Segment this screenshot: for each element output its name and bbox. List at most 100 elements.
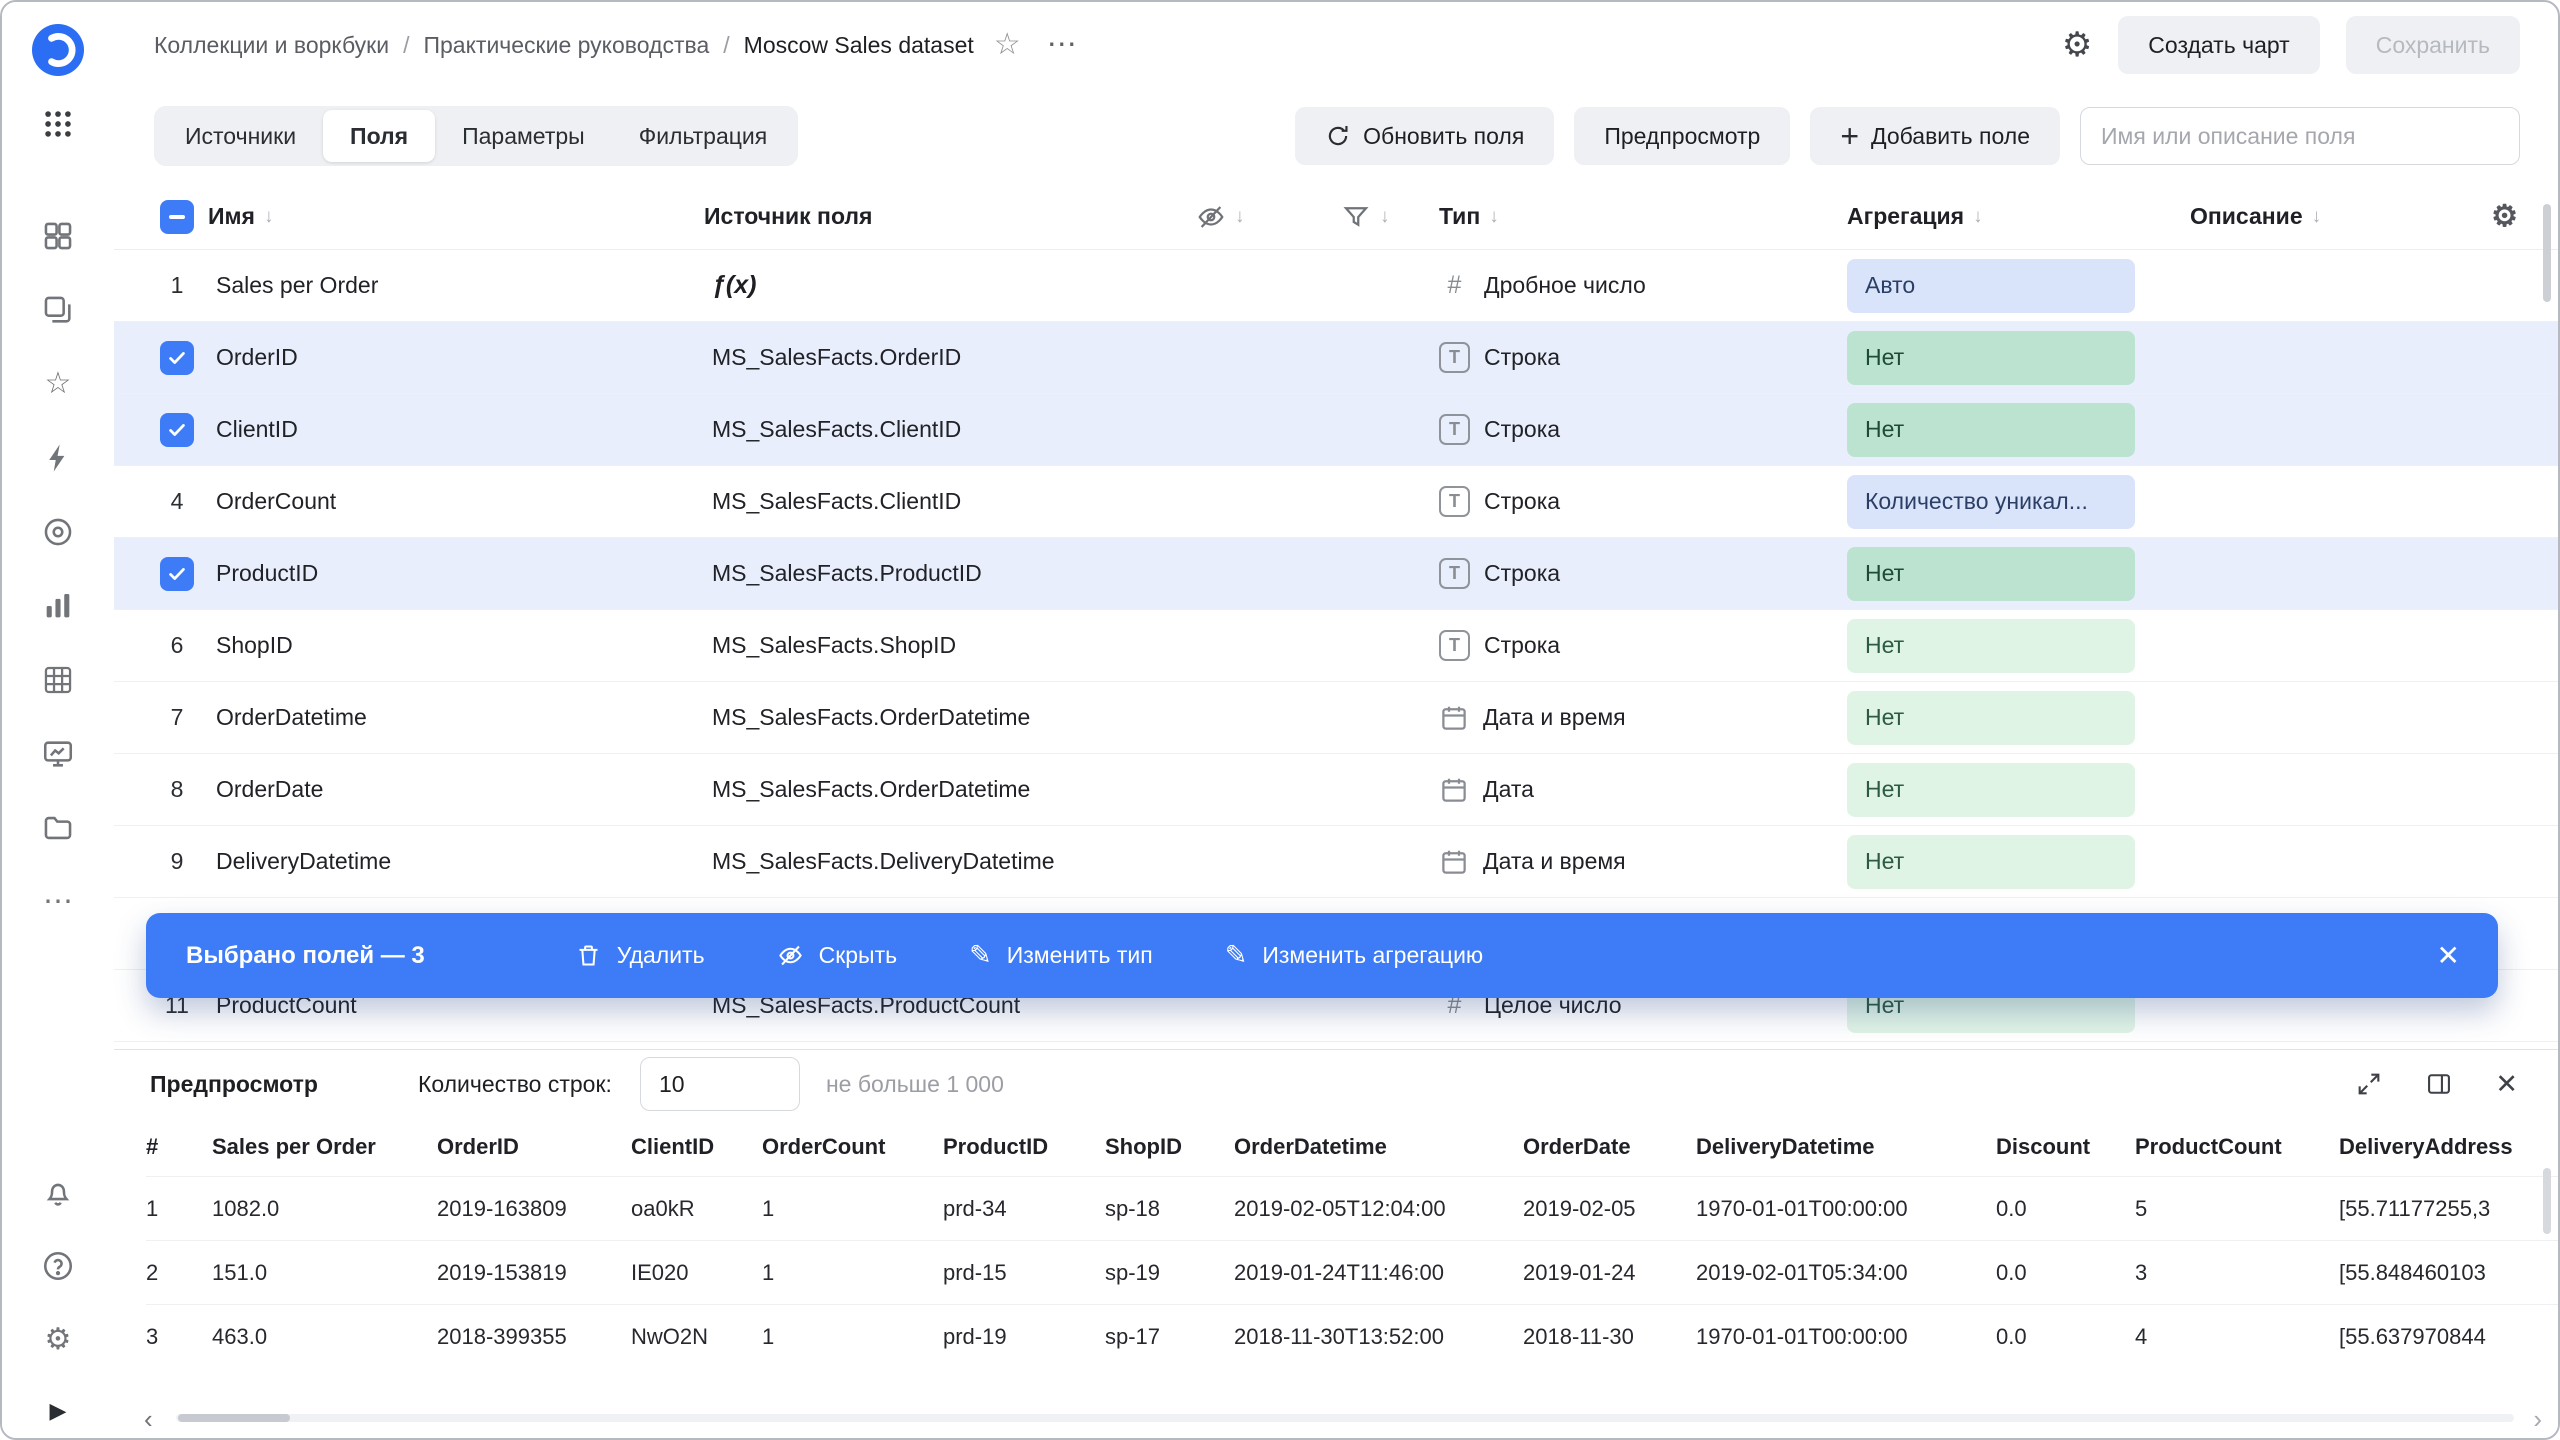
- field-type[interactable]: T Строка: [1439, 486, 1847, 517]
- copy-icon[interactable]: [35, 288, 81, 332]
- horizontal-scrollbar-thumb[interactable]: [178, 1414, 290, 1422]
- table-row[interactable]: ClientID MS_SalesFacts.ClientID T Строка Нет: [114, 394, 2558, 466]
- selection-action-2[interactable]: ✎ Изменить тип: [969, 942, 1153, 969]
- aggregation-badge[interactable]: Авто: [1847, 258, 2135, 313]
- dataset-settings-gear-icon[interactable]: ⚙: [2062, 28, 2092, 62]
- create-chart-button[interactable]: Создать чарт: [2118, 16, 2320, 74]
- panel-layout-icon[interactable]: [2425, 1070, 2453, 1098]
- lightning-icon[interactable]: [35, 436, 81, 480]
- hscroll-right-icon[interactable]: ›: [2533, 1406, 2542, 1432]
- tab-active-1[interactable]: Поля: [323, 110, 436, 162]
- table-row[interactable]: 4 OrderCount MS_SalesFacts.ClientID T Строка…: [114, 466, 2558, 538]
- field-type[interactable]: T Строка: [1439, 342, 1847, 373]
- aggregation-badge[interactable]: Нет: [1847, 330, 2135, 385]
- field-name[interactable]: OrderCount: [208, 488, 704, 515]
- hscroll-left-icon[interactable]: ‹: [144, 1406, 153, 1432]
- tiles-icon[interactable]: [35, 214, 81, 258]
- column-header-description[interactable]: Описание ↓: [2190, 203, 2462, 230]
- aggregation-badge[interactable]: Нет: [1847, 618, 2135, 673]
- disc-icon[interactable]: [35, 510, 81, 554]
- save-button[interactable]: Сохранить: [2345, 16, 2520, 74]
- field-name[interactable]: ProductID: [208, 560, 704, 587]
- row-checkbox-checked[interactable]: [160, 556, 194, 591]
- field-name[interactable]: ClientID: [208, 416, 704, 443]
- tab-3[interactable]: Фильтрация: [612, 110, 795, 162]
- add-field-button[interactable]: + Добавить поле: [1810, 107, 2060, 165]
- apps-grid-icon[interactable]: [35, 102, 81, 146]
- settings-gear-icon[interactable]: ⚙: [35, 1318, 81, 1362]
- help-icon[interactable]: [35, 1244, 81, 1288]
- row-count-input[interactable]: [639, 1057, 800, 1111]
- preview-vertical-scrollbar[interactable]: [2543, 1168, 2551, 1234]
- field-type[interactable]: T Строка: [1439, 414, 1847, 445]
- table-settings-gear-icon[interactable]: ⚙: [2491, 201, 2518, 232]
- breadcrumb-collections[interactable]: Коллекции и воркбуки: [154, 32, 389, 59]
- field-name[interactable]: OrderDatetime: [208, 704, 704, 731]
- sort-arrow-icon[interactable]: ↓: [264, 206, 274, 228]
- sort-arrow-icon[interactable]: ↓: [1973, 206, 1983, 228]
- datalens-logo[interactable]: [32, 24, 84, 76]
- aggregation-badge[interactable]: Нет: [1847, 402, 2135, 457]
- bar-chart-icon[interactable]: [35, 584, 81, 628]
- monitor-icon[interactable]: [35, 732, 81, 776]
- field-name[interactable]: DeliveryDatetime: [208, 848, 704, 875]
- preview-button[interactable]: Предпросмотр: [1574, 107, 1791, 165]
- aggregation-badge[interactable]: Нет: [1847, 546, 2135, 601]
- column-header-filter[interactable]: ↓: [1341, 202, 1439, 232]
- field-name[interactable]: OrderDate: [208, 776, 704, 803]
- column-header-type[interactable]: Тип ↓: [1439, 203, 1847, 230]
- aggregation-badge[interactable]: Количество уникал...: [1847, 474, 2135, 529]
- sort-arrow-icon[interactable]: ↓: [1235, 206, 1245, 228]
- table-row[interactable]: 7 OrderDatetime MS_SalesFacts.OrderDatetim…: [114, 682, 2558, 754]
- row-checkbox-checked[interactable]: [160, 412, 194, 447]
- tab-2[interactable]: Параметры: [435, 110, 612, 162]
- ellipsis-icon[interactable]: ⋯: [35, 880, 81, 924]
- table-row[interactable]: 6 ShopID MS_SalesFacts.ShopID T Строка Нет: [114, 610, 2558, 682]
- field-type[interactable]: # Дробное число: [1439, 271, 1847, 300]
- selection-close-icon[interactable]: ✕: [2437, 941, 2460, 970]
- aggregation-badge[interactable]: Нет: [1847, 834, 2135, 889]
- aggregation-badge[interactable]: Нет: [1847, 762, 2135, 817]
- field-type[interactable]: Дата и время: [1439, 703, 1847, 733]
- expand-icon[interactable]: [2355, 1070, 2383, 1098]
- main-vertical-scrollbar[interactable]: [2543, 204, 2551, 302]
- horizontal-scrollbar[interactable]: [176, 1414, 2514, 1422]
- breadcrumb-workbook[interactable]: Практические руководства: [423, 32, 709, 59]
- folder-icon[interactable]: [35, 806, 81, 850]
- table-row[interactable]: 1 Sales per Order ƒ(x) # Дробное число Авто: [114, 250, 2558, 322]
- selection-action-1[interactable]: Скрыть: [777, 942, 897, 969]
- row-checkbox-checked[interactable]: [160, 340, 194, 375]
- column-header-aggregation[interactable]: Агрегация ↓: [1847, 203, 2190, 230]
- column-header-hidden[interactable]: ↓: [1196, 202, 1341, 232]
- favorite-star-icon[interactable]: ☆: [994, 30, 1021, 60]
- refresh-fields-button[interactable]: Обновить поля: [1295, 107, 1555, 165]
- selection-action-0[interactable]: Удалить: [575, 942, 705, 969]
- select-all-checkbox[interactable]: [160, 199, 194, 234]
- star-icon[interactable]: ☆: [35, 362, 81, 406]
- column-header-name[interactable]: Имя ↓: [208, 203, 704, 230]
- selection-action-3[interactable]: ✎ Изменить агрегацию: [1225, 942, 1483, 969]
- aggregation-badge[interactable]: Нет: [1847, 690, 2135, 745]
- field-name[interactable]: Sales per Order: [208, 272, 704, 299]
- table-row[interactable]: 8 OrderDate MS_SalesFacts.OrderDatetime Дат…: [114, 754, 2558, 826]
- sort-arrow-icon[interactable]: ↓: [1380, 206, 1390, 228]
- field-type[interactable]: T Строка: [1439, 630, 1847, 661]
- field-name[interactable]: OrderID: [208, 344, 704, 371]
- sort-arrow-icon[interactable]: ↓: [2312, 206, 2322, 228]
- table-row[interactable]: ProductID MS_SalesFacts.ProductID T Строка Н…: [114, 538, 2558, 610]
- field-search-input[interactable]: [2080, 107, 2520, 165]
- field-type[interactable]: Дата: [1439, 775, 1847, 805]
- field-name[interactable]: ShopID: [208, 632, 704, 659]
- table-row[interactable]: 9 DeliveryDatetime MS_SalesFacts.DeliveryD…: [114, 826, 2558, 898]
- sort-arrow-icon[interactable]: ↓: [1489, 206, 1499, 228]
- preview-close-icon[interactable]: ✕: [2495, 1070, 2518, 1098]
- column-header-source[interactable]: Источник поля: [704, 203, 1196, 230]
- field-type[interactable]: T Строка: [1439, 558, 1847, 589]
- tab-0[interactable]: Источники: [158, 110, 323, 162]
- table-row[interactable]: OrderID MS_SalesFacts.OrderID T Строка Нет: [114, 322, 2558, 394]
- bell-icon[interactable]: [35, 1170, 81, 1214]
- sidebar-expand-icon[interactable]: ▶: [50, 1398, 67, 1424]
- field-type[interactable]: Дата и время: [1439, 847, 1847, 877]
- grid-table-icon[interactable]: [35, 658, 81, 702]
- more-menu-icon[interactable]: ⋯: [1047, 30, 1078, 60]
